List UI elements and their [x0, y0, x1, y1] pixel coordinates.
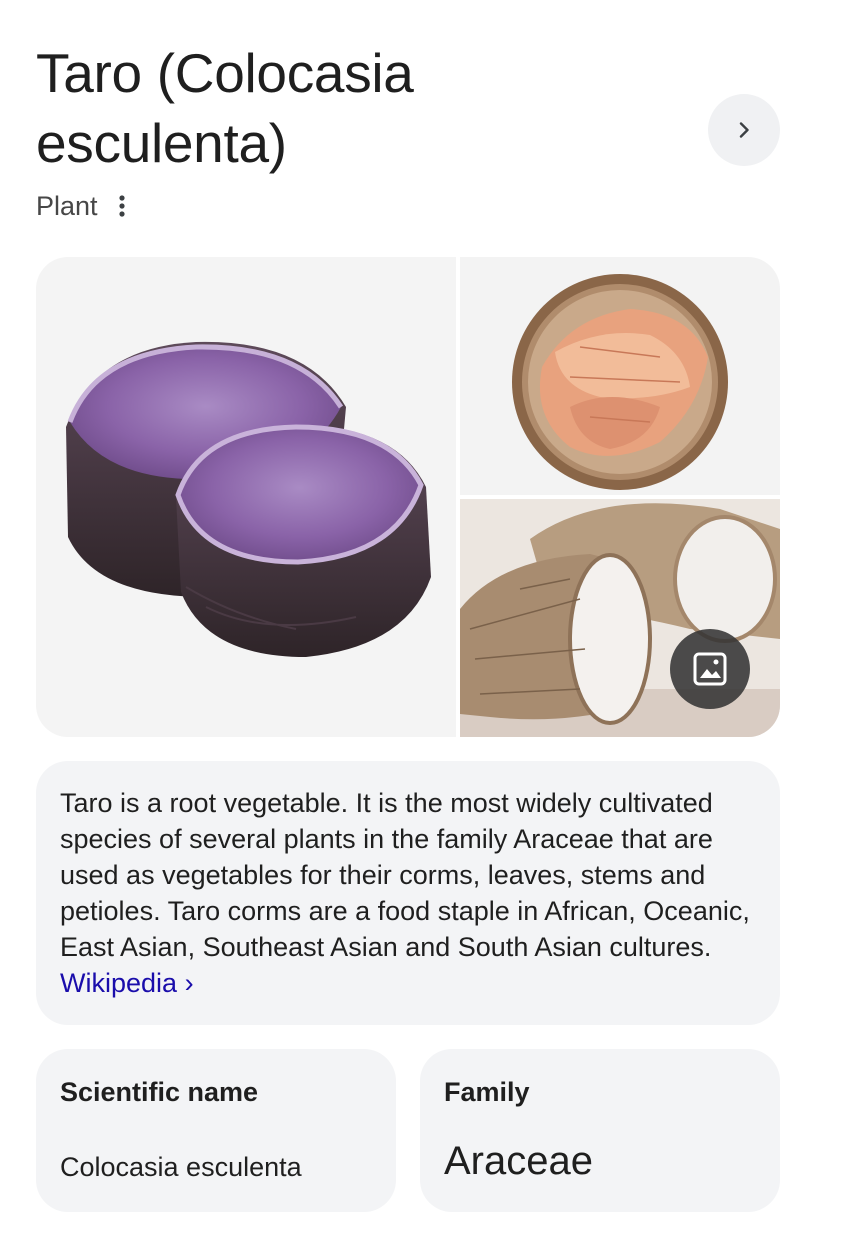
view-images-button[interactable] — [670, 629, 750, 709]
wikipedia-link-label: Wikipedia — [60, 968, 178, 998]
fact-card-family[interactable]: Family Araceae — [420, 1049, 780, 1212]
page-title: Taro (Colocasia esculenta) — [36, 42, 414, 174]
next-button[interactable] — [708, 94, 780, 166]
description-text: Taro is a root vegetable. It is the most… — [60, 785, 756, 1001]
more-vert-icon — [118, 195, 125, 217]
taro-main-image[interactable] — [36, 257, 456, 737]
wikipedia-link[interactable]: Wikipedia › — [60, 968, 194, 998]
fact-value: Araceae — [444, 1139, 593, 1183]
fact-card-scientific-name[interactable]: Scientific name Colocasia esculenta — [36, 1049, 396, 1212]
taro-chips-image[interactable] — [460, 257, 780, 495]
image-gallery — [36, 257, 780, 737]
chevron-right-icon: › — [184, 968, 194, 998]
image-icon — [693, 652, 727, 686]
chevron-right-icon — [739, 122, 749, 138]
description-card: Taro is a root vegetable. It is the most… — [36, 761, 780, 1025]
more-options-button[interactable] — [110, 188, 134, 224]
fact-value: Colocasia esculenta — [60, 1152, 302, 1182]
fact-label: Family — [444, 1077, 530, 1107]
entity-type: Plant — [36, 190, 98, 221]
fact-label: Scientific name — [60, 1077, 259, 1107]
description-body: Taro is a root vegetable. It is the most… — [60, 788, 750, 962]
subtitle-row: Plant — [36, 188, 134, 224]
